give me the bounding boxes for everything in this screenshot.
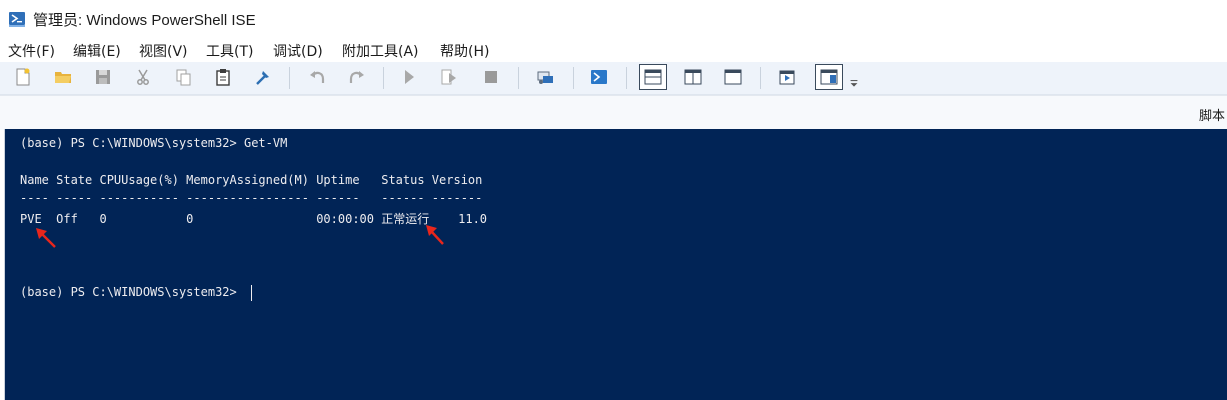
- powershell-console-icon[interactable]: [587, 65, 611, 89]
- menu-view[interactable]: 视图(V): [139, 41, 188, 61]
- overflow-icon[interactable]: [847, 72, 861, 96]
- console-line-vm-row: PVE Off 0 0 00:00:00 正常运行 11.0: [20, 212, 488, 226]
- new-file-icon[interactable]: [11, 65, 35, 89]
- console-line-dividers: ---- ----- ----------- -----------------…: [20, 191, 483, 205]
- annotation-arrow-status: [426, 225, 444, 245]
- show-script-icon[interactable]: [775, 65, 799, 89]
- console-pane[interactable]: (base) PS C:\WINDOWS\system32> Get-VM Na…: [4, 129, 1227, 400]
- window-title: 管理员: Windows PowerShell ISE: [33, 12, 256, 29]
- annotation-arrow-pve: [36, 228, 56, 248]
- tab-script-pane[interactable]: 脚本: [1199, 105, 1225, 124]
- menu-file[interactable]: 文件(F): [8, 41, 55, 61]
- cut-icon[interactable]: [131, 65, 155, 89]
- save-icon[interactable]: [91, 65, 115, 89]
- title-bar[interactable]: 管理员: Windows PowerShell ISE: [0, 0, 1227, 38]
- run-selection-icon[interactable]: [437, 65, 461, 89]
- powershell-ise-icon: [8, 10, 26, 28]
- console-line-prompt: (base) PS C:\WINDOWS\system32>: [20, 285, 244, 299]
- run-icon[interactable]: [397, 65, 421, 89]
- toolbar: [0, 62, 1227, 95]
- show-console-icon[interactable]: [815, 64, 843, 90]
- paste-icon[interactable]: [211, 65, 235, 89]
- copy-icon[interactable]: [171, 65, 195, 89]
- undo-icon[interactable]: [305, 65, 329, 89]
- console-line-command: (base) PS C:\WINDOWS\system32> Get-VM: [20, 136, 288, 150]
- menu-tools[interactable]: 工具(T): [206, 41, 253, 61]
- console-line-headers: Name State CPUUsage(%) MemoryAssigned(M)…: [20, 173, 483, 187]
- redo-icon[interactable]: [345, 65, 369, 89]
- layout-max-icon[interactable]: [721, 65, 745, 89]
- menu-bar: 文件(F) 编辑(E) 视图(V) 工具(T) 调试(D) 附加工具(A) 帮助…: [0, 38, 1227, 62]
- clear-icon[interactable]: [251, 65, 275, 89]
- menu-addons[interactable]: 附加工具(A): [342, 41, 419, 61]
- menu-debug[interactable]: 调试(D): [273, 41, 323, 61]
- layout-top-icon[interactable]: [639, 64, 667, 90]
- stop-icon[interactable]: [479, 65, 503, 89]
- tab-strip: 脚本: [0, 95, 1227, 130]
- remote-powershell-icon[interactable]: [533, 65, 557, 89]
- menu-edit[interactable]: 编辑(E): [73, 41, 121, 61]
- text-caret: [251, 285, 252, 301]
- menu-help[interactable]: 帮助(H): [440, 41, 489, 61]
- layout-right-icon[interactable]: [681, 65, 705, 89]
- open-folder-icon[interactable]: [51, 65, 75, 89]
